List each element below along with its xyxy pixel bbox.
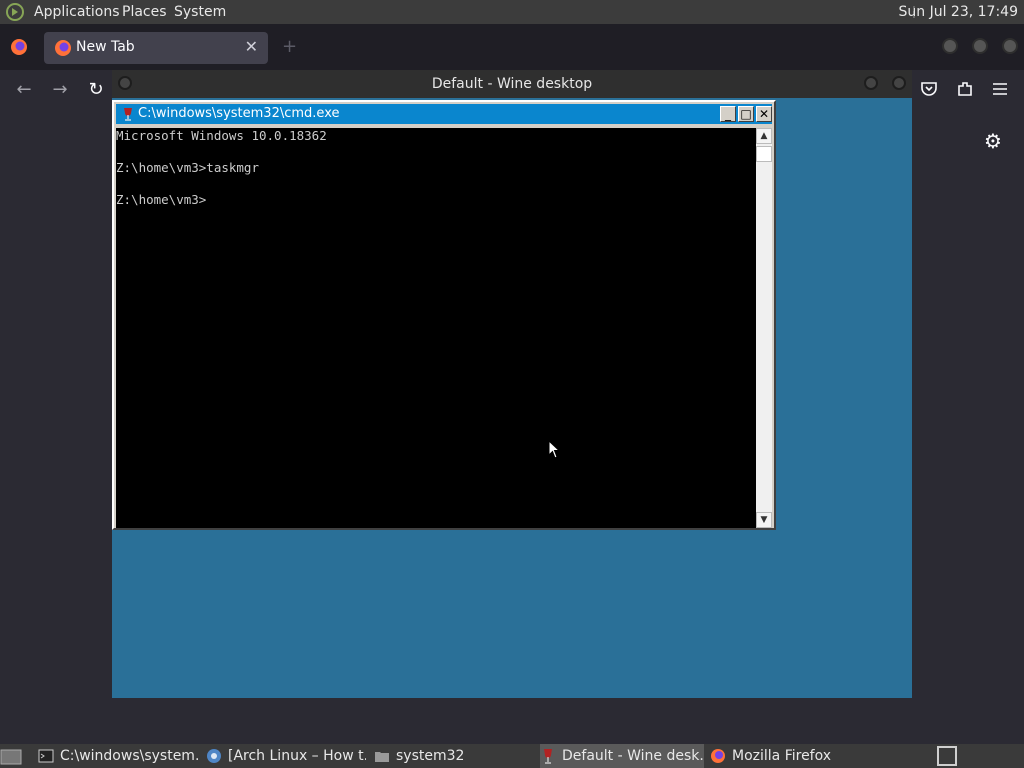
hamburger-menu-icon[interactable] [992,81,1008,97]
console-output[interactable]: Microsoft Windows 10.0.18362 Z:\home\vm3… [116,128,756,528]
cmd-title: C:\windows\system32\cmd.exe [138,106,340,121]
system-menu[interactable]: System [174,4,226,20]
firefox-tab-icon [55,40,71,56]
minimize-window-icon[interactable] [942,38,958,54]
tab-new-tab[interactable]: New Tab ✕ [44,32,268,64]
wine-desktop-titlebar[interactable]: Default - Wine desktop [112,70,912,98]
settings-gear-icon[interactable]: ⚙ [982,130,1004,152]
scroll-down-icon[interactable]: ▼ [756,512,772,528]
task-label: Mozilla Firefox [732,748,832,764]
task-firefox[interactable]: Mozilla Firefox [710,744,870,768]
wine-minimize-icon[interactable] [864,76,878,90]
top-panel: Applications Places System Sun Jul 23, 1… [0,0,1024,24]
wine-menu-icon[interactable] [118,76,132,90]
taskbar: C:\windows\system... [Arch Linux – How t… [0,744,1024,768]
cmd-titlebar[interactable]: C:\windows\system32\cmd.exe _ □ ✕ [116,104,772,124]
task-label: [Arch Linux – How t... [228,748,366,764]
minimize-button[interactable]: _ [720,106,736,122]
task-label: system32 [396,748,465,764]
scroll-thumb[interactable] [756,146,772,162]
close-button[interactable]: ✕ [756,106,772,122]
tab-label: New Tab [76,39,135,55]
wine-maximize-icon[interactable] [892,76,906,90]
places-menu[interactable]: Places [122,4,167,20]
task-cmd[interactable]: C:\windows\system... [38,744,198,768]
folder-icon [375,752,389,762]
vertical-scrollbar[interactable]: ▲ ▼ [756,128,772,528]
task-label: Default - Wine desk... [562,748,704,764]
wine-glass-icon [544,749,552,764]
wine-glass-icon [124,108,132,121]
task-wine-desktop[interactable]: Default - Wine desk... [540,744,704,768]
cmd-window[interactable]: C:\windows\system32\cmd.exe _ □ ✕ Micros… [112,100,776,530]
applications-menu[interactable]: Applications [34,4,120,20]
close-tab-icon[interactable]: ✕ [245,37,258,56]
scroll-up-icon[interactable]: ▲ [756,128,772,144]
chromium-icon [207,749,221,763]
terminal-icon [38,749,54,763]
task-folder[interactable]: system32 [374,744,534,768]
workspace-switcher[interactable] [937,746,957,766]
task-chromium[interactable]: [Arch Linux – How t... [206,744,366,768]
console-line: Microsoft Windows 10.0.18362 [116,128,327,143]
back-arrow-icon[interactable]: ← [12,78,36,102]
firefox-icon [711,749,725,763]
maximize-button[interactable]: □ [738,106,754,122]
task-label: C:\windows\system... [60,748,198,764]
show-desktop-icon[interactable] [0,747,22,765]
close-window-icon[interactable] [1002,38,1018,54]
clock[interactable]: Sun Jul 23, 17:49 [899,4,1019,20]
firefox-logo-icon[interactable] [10,38,28,56]
forward-arrow-icon[interactable]: → [48,78,72,102]
pocket-icon[interactable] [920,80,938,98]
mouse-pointer-icon [548,440,560,459]
maximize-window-icon[interactable] [972,38,988,54]
extensions-icon[interactable] [956,80,974,98]
console-line: Z:\home\vm3>taskmgr [116,160,259,175]
mate-logo-icon[interactable] [6,3,24,21]
wine-desktop-title: Default - Wine desktop [431,76,593,92]
reload-icon[interactable]: ↻ [84,78,108,102]
console-prompt: Z:\home\vm3> [116,192,207,207]
new-tab-button[interactable]: + [282,36,297,57]
